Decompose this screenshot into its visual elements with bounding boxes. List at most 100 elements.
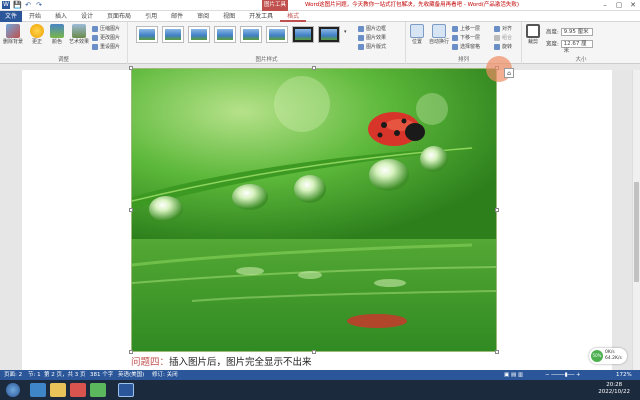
position-button[interactable]: 位置 bbox=[408, 24, 426, 45]
group-picture-styles-label: 图片样式 bbox=[255, 57, 278, 63]
status-bar: 页面: 2 节: 1 第 2 页，共 3 页 381 个字 英语(美国) 修订:… bbox=[0, 370, 640, 380]
taskbar-app-green-icon[interactable] bbox=[90, 383, 106, 397]
resize-handle-bottom-right[interactable] bbox=[495, 350, 499, 354]
tab-design[interactable]: 设计 bbox=[74, 11, 100, 22]
status-page[interactable]: 页面: 2 bbox=[4, 370, 22, 380]
style-thumb-8[interactable] bbox=[318, 26, 340, 43]
view-mode-icons[interactable]: ▣ ▤ ▥ bbox=[504, 370, 523, 380]
window-controls: – ▢ ✕ bbox=[598, 0, 640, 11]
reset-picture-label: 重设图片 bbox=[100, 44, 121, 50]
group-adjust: 删除背景 更正 颜色 艺术效果 压缩图片 更改图片 重设图片 调整 bbox=[0, 22, 128, 64]
artistic-effects-button[interactable]: 艺术效果 bbox=[68, 24, 90, 45]
document-title: Word这图片问题，今天教你一站式打包解决，先收藏备用再看吧 - Word(产品… bbox=[304, 2, 520, 8]
remove-background-label: 删除背景 bbox=[2, 39, 23, 45]
selection-pane-button[interactable]: 选择窗格 bbox=[452, 43, 480, 51]
color-button[interactable]: 颜色 bbox=[48, 24, 66, 45]
tab-file[interactable]: 文件 bbox=[0, 10, 22, 22]
status-zoom[interactable]: 172% bbox=[616, 370, 632, 380]
group-size-label: 大小 bbox=[575, 57, 587, 63]
remove-background-button[interactable]: 删除背景 bbox=[2, 24, 24, 45]
style-thumb-7[interactable] bbox=[292, 26, 314, 43]
tab-view[interactable]: 视图 bbox=[216, 11, 242, 22]
compress-icon bbox=[92, 25, 98, 32]
wrap-text-icon bbox=[432, 24, 446, 38]
status-language[interactable]: 英语(美国) bbox=[118, 370, 144, 380]
style-thumb-6[interactable] bbox=[266, 26, 288, 43]
change-picture-button[interactable]: 更改图片 bbox=[92, 34, 120, 42]
status-words[interactable]: 381 个字 bbox=[90, 370, 113, 380]
crop-button[interactable]: 裁剪 bbox=[524, 24, 542, 45]
bring-forward-icon bbox=[452, 25, 458, 32]
status-page-of[interactable]: 第 2 页，共 3 页 bbox=[44, 370, 86, 380]
wrap-text-button[interactable]: 自动换行 bbox=[428, 24, 450, 45]
picture-layout-button[interactable]: 图片版式 bbox=[358, 43, 386, 51]
vertical-scrollbar[interactable] bbox=[632, 70, 640, 370]
corrections-button[interactable]: 更正 bbox=[28, 24, 46, 45]
height-input[interactable]: 9.95 厘米 bbox=[560, 28, 593, 36]
taskbar-app-ie-icon[interactable] bbox=[30, 383, 46, 397]
word-logo-icon: W bbox=[2, 1, 10, 9]
tab-review[interactable]: 审阅 bbox=[190, 11, 216, 22]
reset-picture-button[interactable]: 重设图片 bbox=[92, 43, 120, 51]
compress-label: 压缩图片 bbox=[100, 26, 121, 32]
resize-handle-top[interactable] bbox=[312, 66, 316, 70]
taskbar-app-word-icon[interactable] bbox=[118, 383, 134, 397]
picture-effects-button[interactable]: 图片效果 bbox=[358, 34, 386, 42]
tab-references[interactable]: 引用 bbox=[138, 11, 164, 22]
undo-icon[interactable]: ↶ bbox=[24, 1, 32, 9]
zoom-slider[interactable]: − ────▮── + bbox=[545, 370, 605, 380]
align-icon bbox=[494, 25, 500, 32]
tab-mailings[interactable]: 邮件 bbox=[164, 11, 190, 22]
layout-options-icon[interactable]: ⌂ bbox=[504, 68, 514, 78]
compress-pictures-button[interactable]: 压缩图片 bbox=[92, 25, 120, 33]
network-speeds: 0K/s 64.2K/s bbox=[605, 350, 622, 362]
picture-layout-label: 图片版式 bbox=[366, 44, 387, 50]
resize-handle-bottom[interactable] bbox=[312, 350, 316, 354]
start-button[interactable] bbox=[6, 383, 20, 397]
tab-insert[interactable]: 插入 bbox=[48, 11, 74, 22]
bring-forward-label: 上移一层 bbox=[460, 26, 481, 32]
color-label: 颜色 bbox=[51, 39, 62, 45]
system-clock[interactable]: 20:28 2022/10/22 bbox=[598, 382, 630, 396]
minimize-button[interactable]: – bbox=[598, 0, 612, 11]
align-label: 对齐 bbox=[502, 26, 513, 32]
crop-icon bbox=[526, 24, 540, 38]
status-track-changes[interactable]: 修订: 关闭 bbox=[152, 370, 178, 380]
close-button[interactable]: ✕ bbox=[626, 0, 640, 11]
scrollbar-thumb[interactable] bbox=[634, 182, 639, 282]
tab-developer[interactable]: 开发工具 bbox=[242, 11, 280, 22]
tab-format[interactable]: 格式 bbox=[280, 11, 307, 22]
selected-picture[interactable] bbox=[131, 68, 497, 352]
artistic-effects-icon bbox=[72, 24, 86, 38]
restore-button[interactable]: ▢ bbox=[612, 0, 626, 11]
clock-time: 20:28 bbox=[606, 382, 623, 388]
send-backward-button[interactable]: 下移一层 bbox=[452, 34, 480, 42]
style-thumb-4[interactable] bbox=[214, 26, 236, 43]
style-thumb-1[interactable] bbox=[136, 26, 158, 43]
redo-icon[interactable]: ↷ bbox=[35, 1, 43, 9]
group-button[interactable]: 组合 bbox=[494, 34, 512, 42]
align-button[interactable]: 对齐 bbox=[494, 25, 512, 33]
style-thumb-3[interactable] bbox=[188, 26, 210, 43]
artistic-effects-label: 艺术效果 bbox=[68, 39, 89, 45]
status-section[interactable]: 节: 1 bbox=[28, 370, 41, 380]
rotate-button[interactable]: 旋转 bbox=[494, 43, 512, 51]
tab-home[interactable]: 开始 bbox=[22, 11, 48, 22]
send-backward-label: 下移一层 bbox=[460, 35, 481, 41]
taskbar-app-media-icon[interactable] bbox=[70, 383, 86, 397]
selection-pane-icon bbox=[452, 43, 458, 50]
style-thumb-2[interactable] bbox=[162, 26, 184, 43]
position-icon bbox=[410, 24, 424, 38]
resize-handle-top-left[interactable] bbox=[129, 66, 133, 70]
tab-layout[interactable]: 页面布局 bbox=[100, 11, 138, 22]
bring-forward-button[interactable]: 上移一层 bbox=[452, 25, 480, 33]
resize-handle-right[interactable] bbox=[495, 208, 499, 212]
styles-more-icon[interactable]: ▾ bbox=[344, 28, 354, 36]
style-thumb-5[interactable] bbox=[240, 26, 262, 43]
taskbar-app-explorer-icon[interactable] bbox=[50, 383, 66, 397]
picture-border-button[interactable]: 图片边框 bbox=[358, 25, 386, 33]
save-icon[interactable]: 💾 bbox=[13, 1, 22, 9]
width-input[interactable]: 12.67 厘米 bbox=[560, 40, 593, 54]
resize-handle-left[interactable] bbox=[129, 208, 133, 212]
wrap-text-label: 自动换行 bbox=[428, 39, 449, 45]
